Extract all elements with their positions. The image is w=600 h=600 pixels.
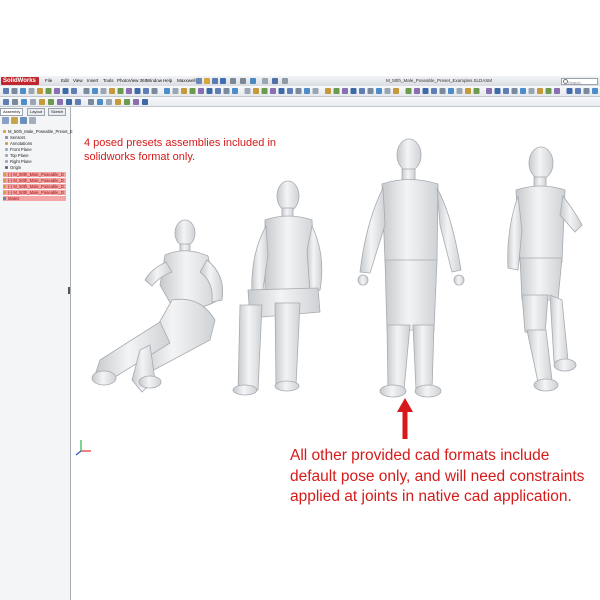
mannequin-seated-reclined[interactable]	[91, 219, 224, 393]
model-viewport[interactable]	[0, 0, 600, 600]
mannequin-seated-upright[interactable]	[232, 180, 323, 396]
solidworks-window: SolidWorks File Edit View Insert Tools P…	[0, 0, 600, 600]
mannequin-standing[interactable]	[357, 138, 465, 398]
mannequin-walking[interactable]	[507, 146, 583, 392]
